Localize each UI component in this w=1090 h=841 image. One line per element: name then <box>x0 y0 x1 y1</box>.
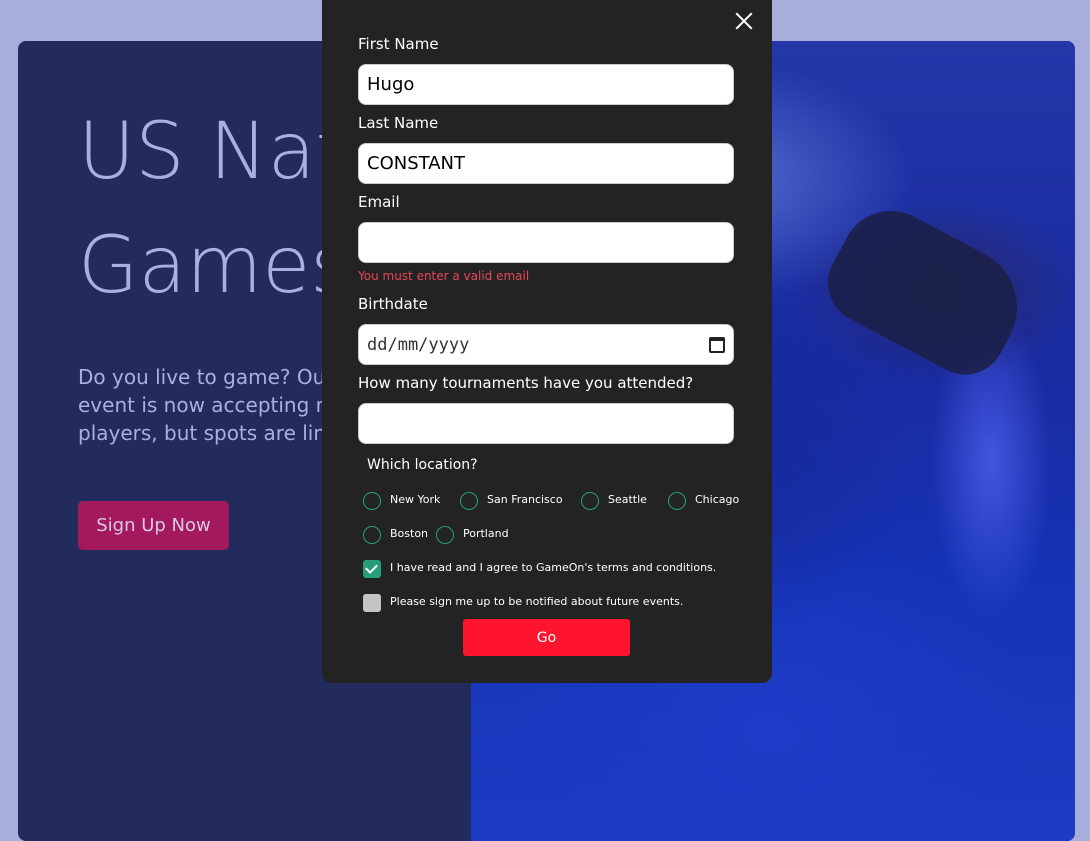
notify-label: Please sign me up to be notified about f… <box>390 595 684 608</box>
terms-label: I have read and I agree to GameOn's term… <box>390 561 717 574</box>
birthdate-input[interactable]: dd/mm/yyyy <box>358 324 734 365</box>
radio-new-york[interactable] <box>363 492 381 510</box>
radio-label-seattle: Seattle <box>608 493 647 506</box>
radio-label-chicago: Chicago <box>695 493 740 506</box>
first-name-input[interactable]: Hugo <box>358 64 734 105</box>
first-name-label: First Name <box>358 35 439 53</box>
radio-portland[interactable] <box>436 526 454 544</box>
notify-checkbox[interactable] <box>363 594 381 612</box>
close-icon[interactable] <box>732 8 756 32</box>
radio-label-new-york: New York <box>390 493 441 506</box>
last-name-label: Last Name <box>358 114 439 132</box>
radio-label-boston: Boston <box>390 527 429 540</box>
birthdate-label: Birthdate <box>358 295 428 313</box>
email-input[interactable] <box>358 222 734 263</box>
gamepad-shape <box>813 193 1039 389</box>
radio-chicago[interactable] <box>668 492 686 510</box>
radio-san-francisco[interactable] <box>460 492 478 510</box>
first-name-value: Hugo <box>367 74 415 95</box>
radio-label-san-francisco: San Francisco <box>487 493 563 506</box>
radio-seattle[interactable] <box>581 492 599 510</box>
terms-checkbox[interactable] <box>363 560 381 578</box>
calendar-icon[interactable] <box>709 336 725 353</box>
last-name-input[interactable]: CONSTANT <box>358 143 734 184</box>
registration-modal: First Name Hugo Last Name CONSTANT Email… <box>322 0 772 683</box>
email-label: Email <box>358 193 400 211</box>
hero-desc-line2: event is now accepting re <box>78 393 336 417</box>
birthdate-placeholder: dd/mm/yyyy <box>367 334 470 355</box>
last-name-value: CONSTANT <box>367 153 465 174</box>
radio-label-portland: Portland <box>463 527 509 540</box>
sign-up-button[interactable]: Sign Up Now <box>78 501 229 550</box>
hero-desc-line1: Do you live to game? Our <box>78 365 334 389</box>
hero-desc-line3: players, but spots are lim <box>78 421 333 445</box>
radio-boston[interactable] <box>363 526 381 544</box>
email-error: You must enter a valid email <box>358 269 530 283</box>
tournaments-label: How many tournaments have you attended? <box>358 374 694 392</box>
hero-title-line2: Games <box>78 221 351 311</box>
location-label: Which location? <box>367 457 478 473</box>
submit-button[interactable]: Go <box>463 619 630 656</box>
tournaments-input[interactable] <box>358 403 734 444</box>
